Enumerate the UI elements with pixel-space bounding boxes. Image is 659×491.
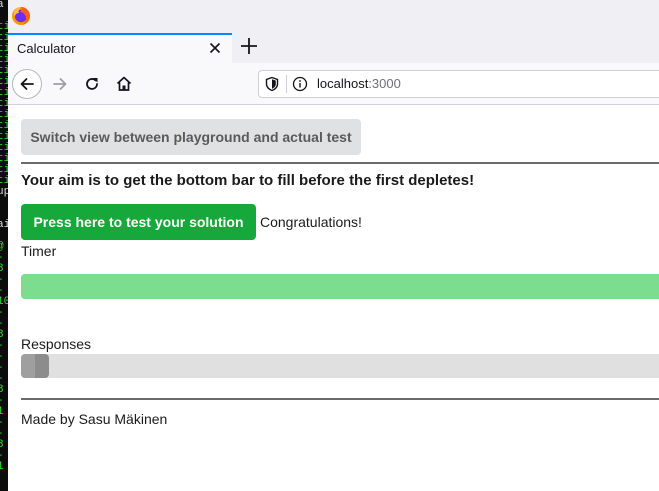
address-bar[interactable]: localhost:3000: [258, 70, 659, 98]
plus-icon[interactable]: [238, 35, 260, 57]
shield-icon[interactable]: [264, 76, 280, 92]
divider: [21, 162, 659, 164]
responses-label: Responses: [21, 336, 92, 352]
switch-view-button[interactable]: Switch view between playground and actua…: [21, 119, 361, 155]
timer-progress-bar: [21, 274, 659, 299]
divider: [21, 398, 659, 400]
terminal-line: up: [0, 186, 8, 198]
url-separator: [286, 75, 287, 93]
background-terminal: atititititititititititititititiupai@-8--…: [0, 0, 8, 491]
terminal-line: 1: [0, 461, 4, 473]
result-message: Congratulations!: [260, 214, 362, 230]
tab-title: Calculator: [17, 41, 76, 56]
info-icon[interactable]: [292, 76, 308, 92]
footer-credit: Made by Sasu Mäkinen: [21, 411, 168, 427]
aim-heading: Your aim is to get the bottom bar to fil…: [21, 172, 475, 189]
reload-icon[interactable]: [77, 69, 107, 99]
url-host: localhost: [317, 76, 369, 91]
navigation-toolbar: localhost:3000: [8, 63, 659, 105]
timer-label: Timer: [21, 243, 57, 259]
test-solution-button[interactable]: Press here to test your solution: [21, 204, 256, 240]
back-arrow-icon[interactable]: [12, 69, 42, 99]
url-text[interactable]: localhost:3000: [317, 76, 401, 91]
tab-strip: Calculator: [8, 33, 659, 63]
page-content: Switch view between playground and actua…: [8, 106, 659, 491]
responses-progress-bar: [21, 354, 659, 378]
home-icon[interactable]: [109, 69, 139, 99]
tab-calculator[interactable]: Calculator: [8, 33, 232, 63]
terminal-line: ai: [0, 219, 8, 231]
browser-window: Calculator localhost:3000 Switch view be…: [8, 0, 659, 491]
terminal-line: a: [0, 0, 4, 11]
url-port: :3000: [368, 76, 401, 91]
forward-arrow-icon[interactable]: [45, 69, 75, 99]
firefox-icon: [12, 7, 30, 25]
window-titlebar: [8, 0, 659, 33]
close-icon[interactable]: [206, 39, 224, 57]
timer-progress-fill: [21, 274, 659, 299]
responses-progress-fill: [21, 354, 50, 378]
